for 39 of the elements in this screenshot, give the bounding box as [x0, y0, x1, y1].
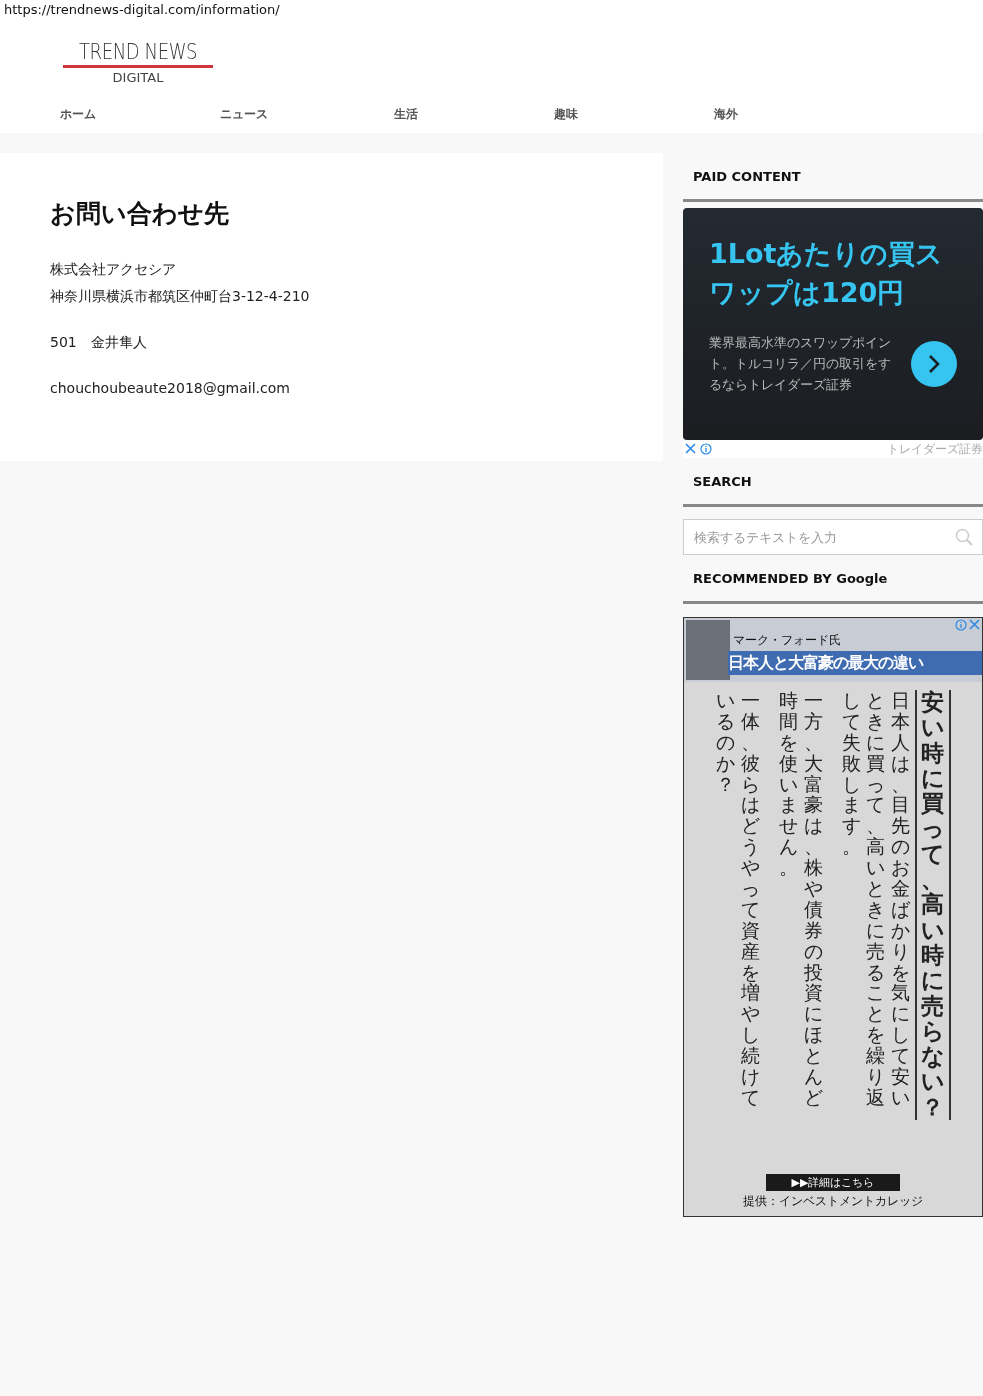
nav-link[interactable]: 海外: [714, 106, 874, 123]
page-url: https://trendnews-digital.com/information/: [3, 1, 281, 19]
ad-text: いるのか？: [715, 690, 737, 795]
ad-text: ときに買って、高いときに売ることを繰り返: [865, 690, 887, 1108]
ad-text: して失敗します。: [840, 690, 862, 858]
details-link[interactable]: ▶▶詳細はこちら: [765, 1174, 901, 1191]
contact-paragraph: chouchoubeaute2018@gmail.com: [50, 379, 291, 398]
ad-caption: マーク・フォード氏: [733, 632, 841, 649]
ad-body: 業界最高水準のスワップポイント。トルコリラ／円の取引をするならトレイダーズ証券: [709, 334, 892, 394]
page-title: お問い合わせ先: [50, 198, 230, 230]
nav-link[interactable]: ニュース: [220, 106, 394, 123]
section-heading: SEARCH: [683, 458, 983, 507]
nav-link[interactable]: 趣味: [554, 106, 714, 123]
contact-paragraph: 株式会社アクセシア 神奈川県横浜市都筑区仲町台3-12-4-210: [50, 260, 311, 306]
ad-text: 一体、彼らはどうやって資産を増やし続けて: [740, 690, 762, 1108]
contact-paragraph: 501 金井隼人: [50, 333, 148, 352]
search-field[interactable]: 検索するテキストを入力: [683, 519, 983, 555]
ad-card[interactable]: 1Lotあたりの買スワップは120円 業界最高水準のスワップポイント。トルコリラ／円の取引をするならトレイダーズ証券: [683, 208, 983, 440]
ad-text: 時間を使いません。: [777, 690, 799, 878]
info-icon[interactable]: [700, 443, 712, 455]
ad-headline: 1Lotあたりの買スワップは120円: [709, 237, 945, 310]
close-icon[interactable]: [969, 619, 980, 630]
ad-text: 一方、大富豪は、株や債券の投資にほとんど: [802, 690, 824, 1108]
logo-title[interactable]: TREND NEWS: [78, 40, 198, 64]
info-icon[interactable]: [955, 619, 967, 631]
ad-banner[interactable]: マーク・フォード氏 日本人と大富豪の最大の違い いるのか？ 一体、彼らはどうやって資産を増やし続けて 時間を使いません。 一方、大富豪は、株や債券の投資にほとんど して失敗します。 ときに買って、高いときに売ることを繰り返 日本人は、目先のお金ばかりを気にして安い 安い時に買って、高い時に売らない？ ▶▶詳細はこちら 提供：インベストメントカレッジ: [683, 617, 983, 1217]
ad-headline: 安い時に買って、高い時に売らない？: [914, 690, 952, 1121]
chevron-right-icon: [927, 353, 941, 374]
section-heading: PAID CONTENT: [683, 153, 983, 202]
logo-subtitle: DIGITAL: [112, 70, 164, 86]
nav-link[interactable]: ホーム: [60, 106, 220, 123]
nav-link[interactable]: 生活: [394, 106, 554, 123]
ad-text: 日本人は、目先のお金ばかりを気にして安い: [890, 690, 912, 1108]
photo-placeholder: [686, 620, 730, 680]
close-icon[interactable]: [685, 443, 696, 454]
ad-credit: 提供：インベストメントカレッジ: [743, 1193, 923, 1210]
chevron-button[interactable]: [911, 340, 957, 387]
section-heading: RECOMMENDED BY Google: [683, 555, 983, 604]
ad-banner-title: 日本人と大富豪の最大の違い: [728, 651, 982, 675]
